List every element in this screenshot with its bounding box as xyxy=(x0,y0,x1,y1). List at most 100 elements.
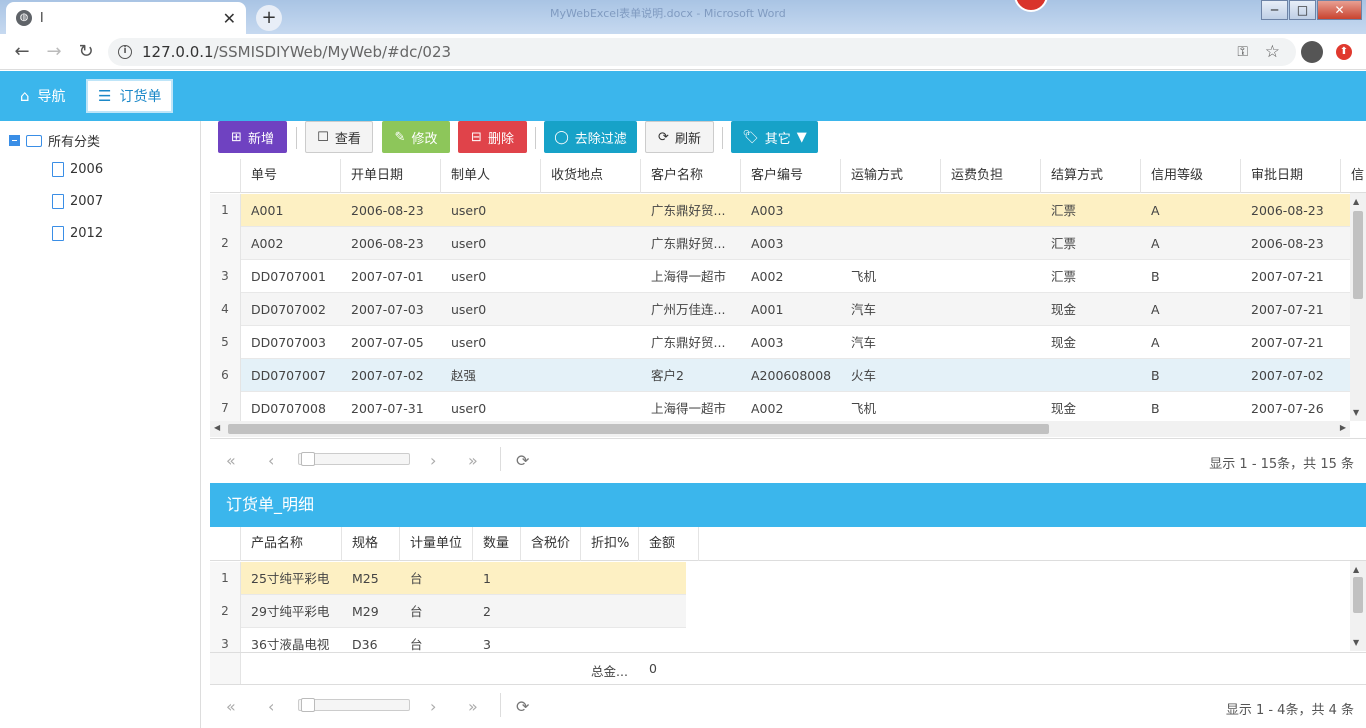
site-info-icon[interactable]: i xyxy=(118,45,132,59)
browser-tab[interactable]: ◍ l ✕ xyxy=(6,2,246,34)
detail-cell: 1 xyxy=(483,571,491,586)
other-label: 其它 xyxy=(764,131,791,147)
order-table-row[interactable]: 2 A002 2006-08-23 user0 广东鼎好贸... A003 汇票 A 2006-… xyxy=(210,227,1350,260)
tab-nav[interactable]: ⌂ 导航 xyxy=(10,79,76,113)
tree-node-2012[interactable]: 2012 xyxy=(52,226,103,241)
order-cell: 汇票 xyxy=(1051,236,1077,251)
detail-column-header[interactable]: 含税价 xyxy=(521,527,581,561)
order-cell xyxy=(941,293,1041,326)
collapse-icon[interactable] xyxy=(9,135,20,146)
order-table-row[interactable]: 3 DD0707001 2007-07-01 user0 上海得一超市 A002 飞机 汇票 B… xyxy=(210,260,1350,293)
order-column-header[interactable]: 运输方式 xyxy=(841,159,941,193)
detail-vertical-scrollbar[interactable]: ▲ ▼ xyxy=(1350,561,1366,651)
detail-table-row[interactable]: 1 25寸纯平彩电 M25 台 1 xyxy=(210,562,686,595)
detail-column-header[interactable]: 规格 xyxy=(342,527,400,561)
tab-order[interactable]: ☰ 订货单 xyxy=(84,78,175,114)
bookmark-star-icon[interactable]: ☆ xyxy=(1265,42,1280,62)
next-page-icon[interactable]: › xyxy=(430,697,436,716)
view-button[interactable]: ☐ 查看 xyxy=(305,121,373,153)
other-dropdown-button[interactable]: 🏷 其它 ▼ xyxy=(731,121,818,153)
edit-button[interactable]: ✎ 修改 xyxy=(382,121,450,153)
row-number: 2 xyxy=(210,227,241,260)
order-cell: 2007-07-21 xyxy=(1251,302,1324,317)
new-tab-button[interactable]: + xyxy=(256,5,282,31)
detail-column-header[interactable]: 数量 xyxy=(473,527,521,561)
first-page-icon[interactable]: « xyxy=(226,451,236,470)
refresh-button[interactable]: ⟳ 刷新 xyxy=(645,121,714,153)
tag-icon: 🏷 xyxy=(742,129,759,145)
vertical-scrollbar[interactable]: ▲ ▼ xyxy=(1350,193,1366,421)
extension-icon[interactable]: ⬆ xyxy=(1336,44,1352,60)
order-table-row[interactable]: 5 DD0707003 2007-07-05 user0 广东鼎好贸... A003 汽车 现… xyxy=(210,326,1350,359)
detail-column-header[interactable]: 折扣% xyxy=(581,527,639,561)
window-close-button[interactable]: ✕ xyxy=(1317,0,1362,20)
order-column-header[interactable]: 运费负担 xyxy=(941,159,1041,193)
order-column-header[interactable]: 客户名称 xyxy=(641,159,741,193)
order-column-header[interactable]: 信用等级 xyxy=(1141,159,1241,193)
order-cell: 2007-07-21 xyxy=(1251,269,1324,284)
order-column-header[interactable]: 客户编号 xyxy=(741,159,841,193)
tree-node-2006[interactable]: 2006 xyxy=(52,162,103,177)
order-cell: A002 xyxy=(751,269,784,284)
back-icon[interactable]: ← xyxy=(6,41,38,62)
order-column-header[interactable]: 单号 xyxy=(241,159,341,193)
prev-page-icon[interactable]: ‹ xyxy=(268,697,274,716)
detail-column-header[interactable]: 计量单位 xyxy=(400,527,473,561)
page-slider[interactable] xyxy=(298,452,410,466)
order-cell: A001 xyxy=(251,203,284,218)
order-cell xyxy=(841,227,941,260)
detail-column-header[interactable]: 产品名称 xyxy=(241,527,342,561)
tree-node-2007[interactable]: 2007 xyxy=(52,194,103,209)
last-page-icon[interactable]: » xyxy=(468,451,478,470)
divider xyxy=(500,693,501,717)
minimize-button[interactable]: ─ xyxy=(1261,0,1288,20)
order-cell: 2007-07-02 xyxy=(1251,368,1324,383)
clear-filter-button[interactable]: ◯ 去除过滤 xyxy=(544,121,637,153)
reload-icon[interactable]: ↻ xyxy=(70,41,102,62)
order-column-header[interactable]: 制单人 xyxy=(441,159,541,193)
page-slider[interactable] xyxy=(298,698,410,712)
detail-footer: 总金... 0 xyxy=(210,652,1366,684)
last-page-icon[interactable]: » xyxy=(468,697,478,716)
detail-pager: « ‹ › » ⟳ 显示 1 - 4条，共 4 条 xyxy=(210,684,1366,728)
forward-icon[interactable]: → xyxy=(38,41,70,62)
address-bar[interactable]: i 127.0.0.1/SSMISDIYWeb/MyWeb/#dc/023 ⚿ … xyxy=(108,38,1296,66)
clear-filter-label: 去除过滤 xyxy=(574,131,627,147)
delete-button[interactable]: ⊟ 删除 xyxy=(458,121,527,153)
tab-close-icon[interactable]: ✕ xyxy=(223,9,236,28)
order-cell: DD0707007 xyxy=(251,368,326,383)
prev-page-icon[interactable]: ‹ xyxy=(268,451,274,470)
order-rownum-header xyxy=(210,159,241,193)
pager-refresh-icon[interactable]: ⟳ xyxy=(516,697,529,716)
add-button[interactable]: ⊞ 新增 xyxy=(218,121,287,153)
caret-down-icon: ▼ xyxy=(796,129,807,145)
order-column-header[interactable]: 开单日期 xyxy=(341,159,441,193)
order-column-header[interactable]: 信 xyxy=(1341,159,1366,193)
tree-root[interactable]: 所有分类 xyxy=(9,131,100,150)
key-icon[interactable]: ⚿ xyxy=(1237,44,1248,60)
tab-nav-label: 导航 xyxy=(37,89,66,105)
pager-refresh-icon[interactable]: ⟳ xyxy=(516,451,529,470)
order-table-row[interactable]: 6 DD0707007 2007-07-02 赵强 客户2 A200608008 火车 B 20… xyxy=(210,359,1350,392)
order-table-row[interactable]: 1 A001 2006-08-23 user0 广东鼎好贸... A003 汇票 A 2006-… xyxy=(210,194,1350,227)
detail-table-row[interactable]: 2 29寸纯平彩电 M29 台 2 xyxy=(210,595,686,628)
order-cell: 现金 xyxy=(1051,335,1077,350)
detail-column-header[interactable]: 金额 xyxy=(639,527,699,561)
order-column-header[interactable]: 收货地点 xyxy=(541,159,641,193)
order-cell: user0 xyxy=(451,269,487,284)
maximize-button[interactable]: □ xyxy=(1289,0,1316,20)
order-column-header[interactable]: 结算方式 xyxy=(1041,159,1141,193)
refresh-label: 刷新 xyxy=(674,131,701,147)
next-page-icon[interactable]: › xyxy=(430,451,436,470)
divider xyxy=(296,127,297,149)
profile-avatar-icon[interactable] xyxy=(1301,41,1323,63)
tree-node-label: 2012 xyxy=(70,226,104,241)
folder-open-icon xyxy=(26,134,42,147)
refresh-icon: ⟳ xyxy=(658,129,669,145)
first-page-icon[interactable]: « xyxy=(226,697,236,716)
order-column-header[interactable]: 审批日期 xyxy=(1241,159,1341,193)
order-table-row[interactable]: 4 DD0707002 2007-07-03 user0 广州万佳连... A001 汽车 现… xyxy=(210,293,1350,326)
detail-cell: 台 xyxy=(410,604,423,619)
horizontal-scrollbar[interactable]: ◀ ▶ xyxy=(210,421,1350,437)
order-cell: user0 xyxy=(451,236,487,251)
